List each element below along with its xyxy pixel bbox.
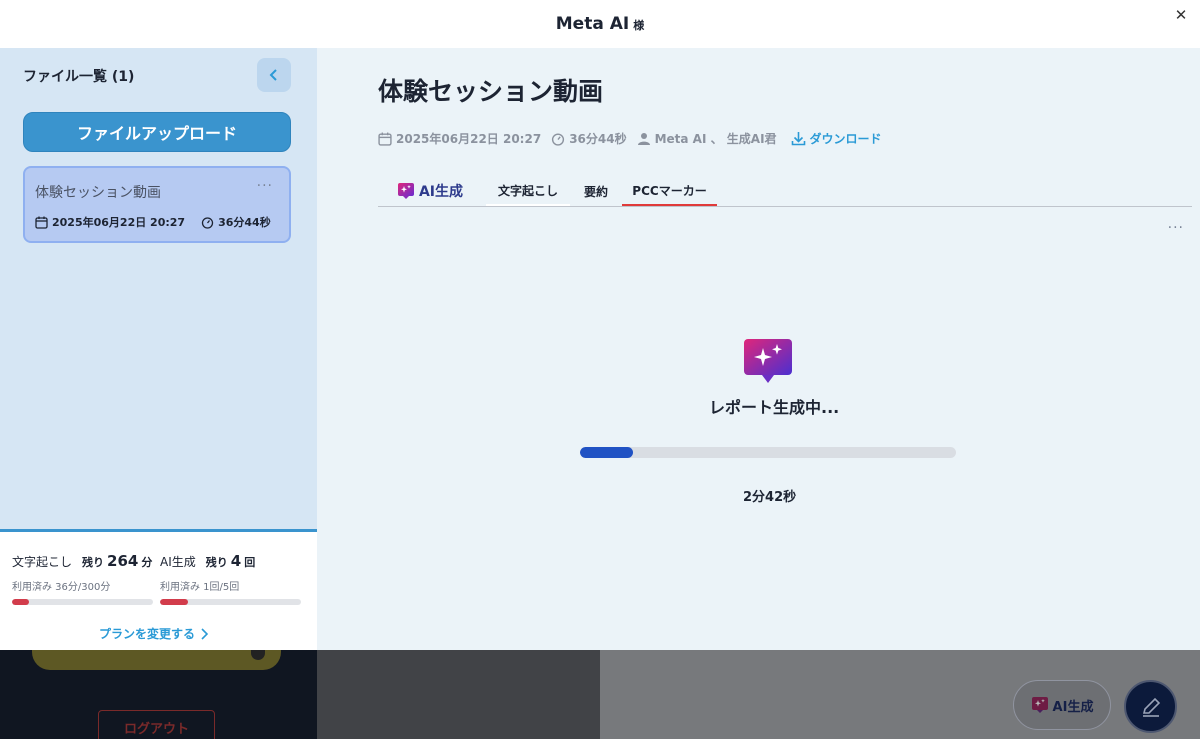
more-options-icon[interactable]: ··· — [1168, 220, 1184, 236]
ai-usage-fill — [160, 599, 189, 605]
file-list-item[interactable]: 体験セッション動画 ··· 2025年06月22日 20:27 36分44秒 — [23, 166, 291, 243]
tab-pcc-marker[interactable]: PCCマーカー — [622, 176, 717, 206]
ai-sparkle-icon — [1031, 697, 1048, 713]
background-panel — [317, 650, 600, 739]
download-icon — [791, 132, 805, 146]
change-plan-label: プランを変更する — [99, 627, 196, 641]
sidebar: ファイル一覧 (1) ファイルアップロード 体験セッション動画 ··· 2025… — [0, 48, 317, 530]
timer-icon — [552, 132, 565, 146]
chevron-left-icon — [269, 69, 277, 81]
generation-timer: 2分42秒 — [743, 490, 797, 505]
transcription-remaining-value: 264 — [107, 552, 139, 570]
pencil-icon — [1142, 697, 1160, 717]
meta-participants: Meta AI 、 生成AI君 — [637, 130, 777, 147]
meta-participants-text: Meta AI 、 生成AI君 — [654, 132, 777, 146]
meta-duration-text: 36分44秒 — [569, 132, 627, 146]
app-title: Meta AI 様 — [556, 14, 644, 34]
main-panel: 体験セッション動画 2025年06月22日 20:27 36分44秒 Meta … — [317, 48, 1200, 650]
page-title: 体験セッション動画 — [378, 77, 604, 106]
generation-progress-bar — [580, 447, 956, 458]
timer-icon — [201, 216, 214, 229]
person-icon — [637, 132, 650, 145]
tab-transcript[interactable]: 文字起こし — [486, 176, 570, 206]
transcription-remaining-prefix: 残り — [82, 556, 105, 569]
calendar-icon — [378, 132, 392, 146]
download-link[interactable]: ダウンロード — [791, 130, 882, 147]
download-label: ダウンロード — [809, 132, 882, 146]
transcription-remaining-unit: 分 — [141, 556, 153, 569]
transcription-used-text: 利用済み 36分/300分 — [12, 582, 111, 593]
logout-button[interactable]: ログアウト — [98, 710, 215, 739]
file-more-icon[interactable]: ··· — [257, 178, 273, 194]
transcription-usage-fill — [12, 599, 29, 605]
file-name: 体験セッション動画 — [35, 185, 161, 201]
meta-date-text: 2025年06月22日 20:27 — [396, 132, 542, 146]
file-date: 2025年06月22日 20:27 — [52, 216, 186, 229]
tab-ai-generate[interactable]: AI生成 — [390, 176, 470, 206]
chevron-right-icon — [201, 627, 209, 640]
app-title-suffix: 様 — [633, 19, 645, 32]
generating-status-text: レポート生成中... — [709, 398, 840, 417]
tab-summary[interactable]: 要約 — [576, 176, 616, 206]
file-meta: 2025年06月22日 20:27 36分44秒 — [35, 214, 271, 230]
ai-generate-float-label: AI生成 — [1052, 699, 1094, 715]
ai-sparkle-icon — [397, 183, 414, 199]
ai-remaining-unit: 回 — [244, 556, 256, 569]
ai-generate-float-button[interactable]: AI生成 — [1013, 680, 1111, 730]
ai-remaining-prefix: 残り — [205, 556, 228, 569]
ai-usage-bar — [160, 599, 301, 605]
app-title-text: Meta AI — [555, 14, 630, 34]
background-pill-dot — [251, 650, 265, 660]
collapse-sidebar-button[interactable] — [257, 58, 291, 92]
file-duration: 36分44秒 — [218, 216, 271, 229]
transcription-usage-bar — [12, 599, 153, 605]
tab-bar: AI生成 文字起こし 要約 PCCマーカー — [378, 176, 1192, 207]
ai-usage-label: AI生成 — [160, 555, 196, 569]
meta-duration: 36分44秒 — [551, 130, 627, 147]
edit-float-button[interactable] — [1124, 680, 1177, 733]
ai-remaining-value: 4 — [230, 552, 242, 570]
meta-date: 2025年06月22日 20:27 — [378, 130, 541, 147]
tab-ai-generate-label: AI生成 — [418, 184, 464, 200]
background-panel-right — [600, 650, 1200, 739]
usage-panel: 文字起こし 残り 264 分 利用済み 36分/300分 AI生成 残り 4 回… — [0, 529, 317, 650]
file-upload-button[interactable]: ファイルアップロード — [23, 112, 291, 152]
ai-sparkle-icon — [744, 339, 792, 383]
app-header: Meta AI 様 ✕ — [0, 0, 1200, 48]
file-duration-group: 36分44秒 — [201, 214, 271, 230]
close-icon[interactable]: ✕ — [1172, 6, 1190, 24]
calendar-icon — [35, 216, 48, 229]
generation-progress-fill — [580, 447, 633, 458]
transcription-usage: 文字起こし 残り 264 分 利用済み 36分/300分 — [12, 552, 154, 605]
change-plan-link[interactable]: プランを変更する — [99, 625, 209, 642]
ai-used-text: 利用済み 1回/5回 — [160, 582, 240, 593]
document-meta: 2025年06月22日 20:27 36分44秒 Meta AI 、 生成AI君… — [378, 130, 892, 147]
background-pill — [32, 650, 281, 670]
ai-usage: AI生成 残り 4 回 利用済み 1回/5回 — [160, 552, 302, 605]
transcription-usage-label: 文字起こし — [12, 555, 73, 569]
file-list-heading: ファイル一覧 (1) — [23, 69, 135, 85]
